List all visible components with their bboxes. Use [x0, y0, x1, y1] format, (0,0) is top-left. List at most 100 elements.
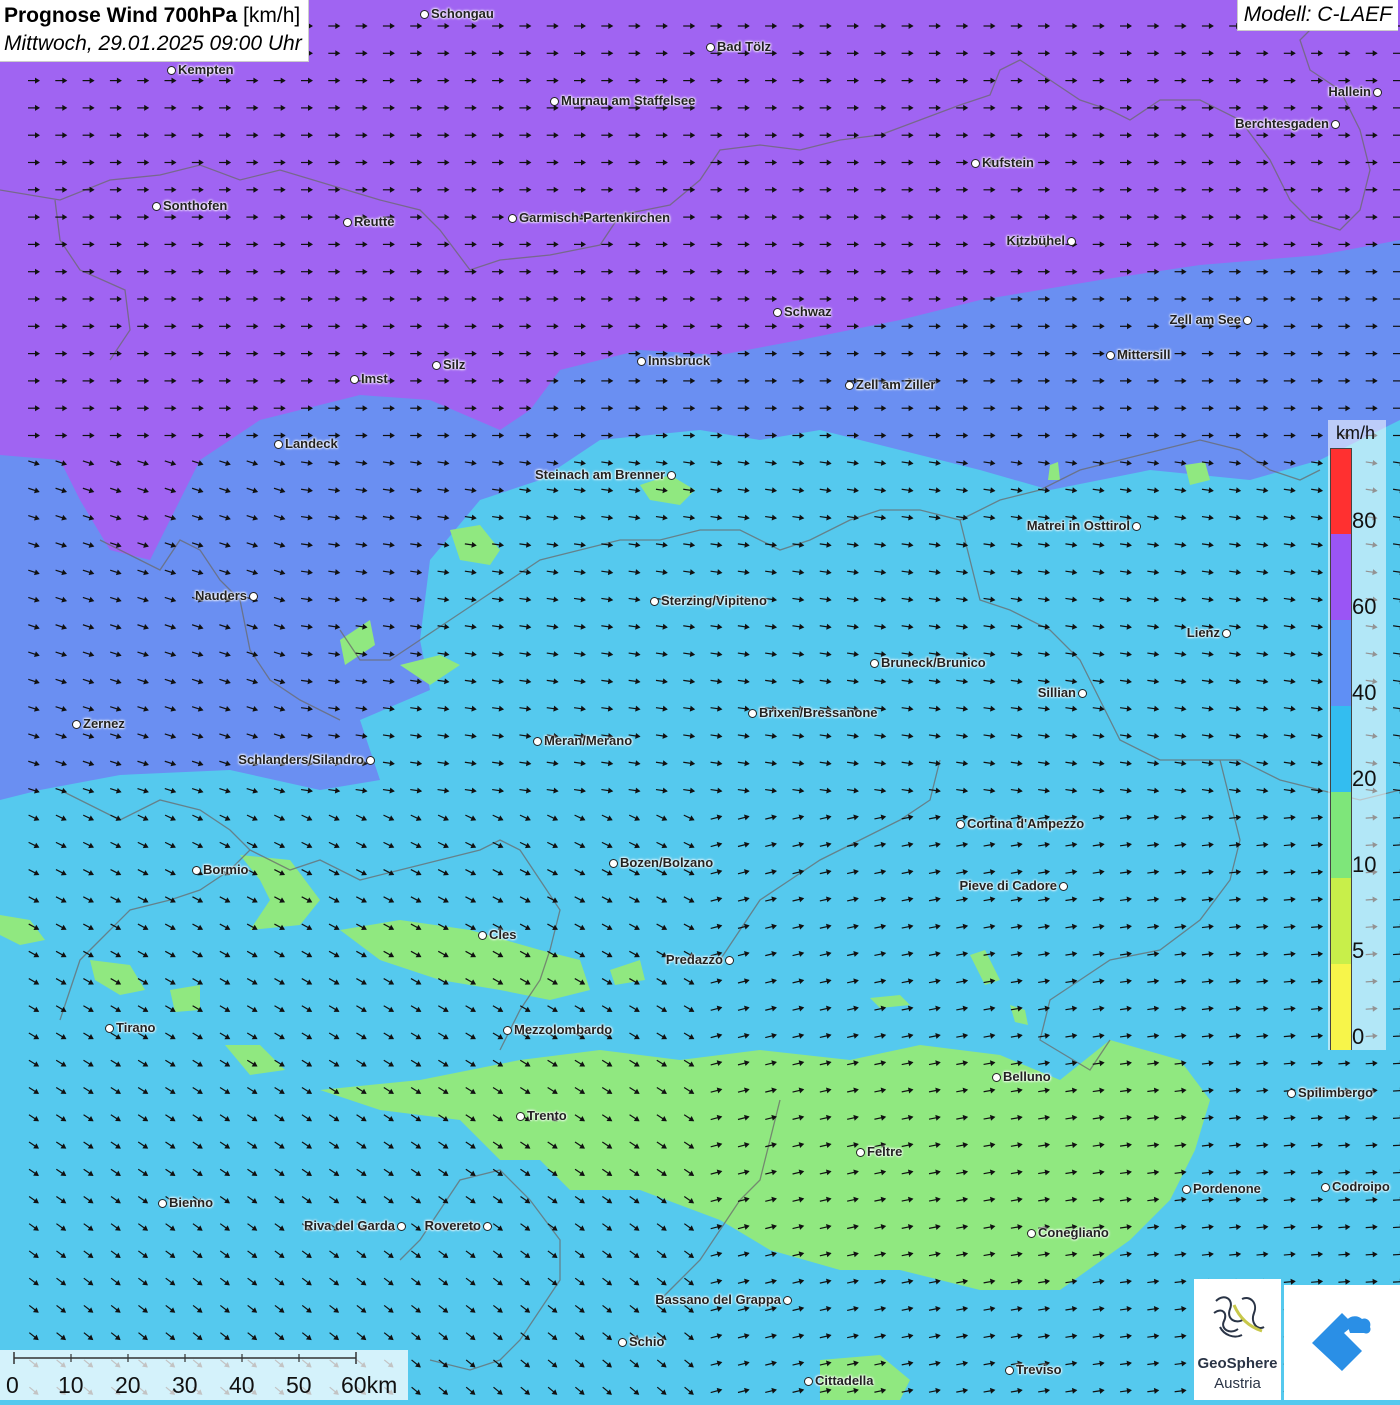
legend-unit: km/h: [1336, 423, 1375, 444]
city-name: Rovereto: [425, 1218, 481, 1233]
city-marker: Cittadella: [804, 1373, 874, 1388]
city-name: Zell am Ziller: [856, 377, 935, 392]
city-marker: Feltre: [856, 1144, 902, 1159]
forecast-datetime: Mittwoch, 29.01.2025 09:00 Uhr: [4, 30, 302, 58]
legend-tick-0: 0: [1352, 1024, 1364, 1050]
city-marker: Bozen/Bolzano: [609, 855, 713, 870]
city-dot-icon: [650, 597, 659, 606]
city-dot-icon: [508, 214, 517, 223]
model-label: Modell: C-LAEF: [1237, 0, 1398, 31]
city-marker: Pieve di Cadore: [959, 878, 1068, 893]
city-marker: Matrei in Osttirol: [1027, 518, 1141, 533]
legend-color-segment: [1331, 534, 1351, 620]
city-marker: Bassano del Grappa: [655, 1292, 792, 1307]
city-name: Cles: [489, 927, 516, 942]
city-marker: Predazzo: [666, 952, 734, 967]
city-marker: Imst: [350, 371, 388, 386]
city-dot-icon: [1059, 882, 1068, 891]
city-marker: Garmisch-Partenkirchen: [508, 210, 670, 225]
city-name: Bad Tölz: [717, 39, 771, 54]
cloud-arrow-icon: [1284, 1285, 1400, 1400]
map-title-unit: [km/h]: [243, 4, 300, 27]
city-marker: Sonthofen: [152, 198, 227, 213]
city-name: Schlanders/Silandro: [238, 752, 364, 767]
city-dot-icon: [274, 440, 283, 449]
city-dot-icon: [1132, 522, 1141, 531]
city-name: Sillian: [1038, 685, 1076, 700]
city-name: Bruneck/Brunico: [881, 655, 986, 670]
city-name: Zell am See: [1169, 312, 1241, 327]
city-name: Nauders: [195, 588, 247, 603]
city-dot-icon: [870, 659, 879, 668]
geosphere-emblem-icon: [1194, 1279, 1281, 1355]
city-marker: Sterzing/Vipiteno: [650, 593, 767, 608]
city-dot-icon: [1287, 1089, 1296, 1098]
city-dot-icon: [366, 756, 375, 765]
geosphere-logo[interactable]: GeoSphere Austria: [1194, 1279, 1281, 1400]
city-dot-icon: [72, 720, 81, 729]
city-marker: Sillian: [1038, 685, 1087, 700]
city-marker: Reutte: [343, 214, 394, 229]
city-dot-icon: [992, 1073, 1001, 1082]
city-name: Pordenone: [1193, 1181, 1261, 1196]
city-dot-icon: [1373, 88, 1382, 97]
city-name: Mezzolombardo: [514, 1022, 612, 1037]
scale-label-50: 50: [286, 1372, 312, 1399]
city-name: Brixen/Bressanone: [759, 705, 878, 720]
city-marker: Conegliano: [1027, 1225, 1109, 1240]
legend-tick-20: 20: [1352, 766, 1376, 792]
city-dot-icon: [152, 202, 161, 211]
city-marker: Spilimbergo: [1287, 1085, 1373, 1100]
partner-logo[interactable]: [1284, 1285, 1400, 1400]
city-name: Belluno: [1003, 1069, 1051, 1084]
logo-name: GeoSphere: [1194, 1355, 1281, 1372]
city-name: Kufstein: [982, 155, 1034, 170]
city-dot-icon: [1321, 1183, 1330, 1192]
city-name: Cortina d'Ampezzo: [967, 816, 1084, 831]
scale-label-0: 0: [6, 1372, 19, 1399]
city-marker: Bienno: [158, 1195, 213, 1210]
city-marker: Bruneck/Brunico: [870, 655, 986, 670]
city-marker: Zernez: [72, 716, 125, 731]
city-name: Berchtesgaden: [1235, 116, 1329, 131]
city-marker: Steinach am Brenner: [535, 467, 676, 482]
city-marker: Trento: [516, 1108, 567, 1123]
city-dot-icon: [845, 381, 854, 390]
city-marker: Cles: [478, 927, 516, 942]
city-name: Predazzo: [666, 952, 723, 967]
legend-color-segment: [1331, 792, 1351, 878]
city-name: Pieve di Cadore: [959, 878, 1057, 893]
legend-tick-80: 80: [1352, 508, 1376, 534]
city-marker: Mittersill: [1106, 347, 1170, 362]
city-name: Lienz: [1187, 625, 1220, 640]
city-name: Cittadella: [815, 1373, 874, 1388]
city-marker: Schwaz: [773, 304, 832, 319]
city-name: Bormio: [203, 862, 249, 877]
city-marker: Cortina d'Ampezzo: [956, 816, 1084, 831]
city-dot-icon: [483, 1222, 492, 1231]
city-name: Zernez: [83, 716, 125, 731]
city-name: Garmisch-Partenkirchen: [519, 210, 670, 225]
city-dot-icon: [503, 1026, 512, 1035]
city-dot-icon: [667, 471, 676, 480]
city-dot-icon: [1106, 351, 1115, 360]
city-dot-icon: [637, 357, 646, 366]
legend-color-segment: [1331, 878, 1351, 964]
city-name: Treviso: [1016, 1362, 1062, 1377]
city-marker: Silz: [432, 357, 465, 372]
city-dot-icon: [706, 43, 715, 52]
city-dot-icon: [516, 1112, 525, 1121]
legend-color-bar: [1330, 448, 1352, 1050]
city-dot-icon: [350, 375, 359, 384]
city-name: Riva del Garda: [304, 1218, 395, 1233]
city-marker: Pordenone: [1182, 1181, 1261, 1196]
city-dot-icon: [1331, 120, 1340, 129]
scale-label-30: 30: [172, 1372, 198, 1399]
city-dot-icon: [609, 859, 618, 868]
city-dot-icon: [1067, 237, 1076, 246]
scale-label-10: 10: [58, 1372, 84, 1399]
scale-label-60km: 60km: [341, 1372, 397, 1399]
city-name: Feltre: [867, 1144, 902, 1159]
city-marker: Rovereto: [425, 1218, 492, 1233]
city-marker: Meran/Merano: [533, 733, 632, 748]
